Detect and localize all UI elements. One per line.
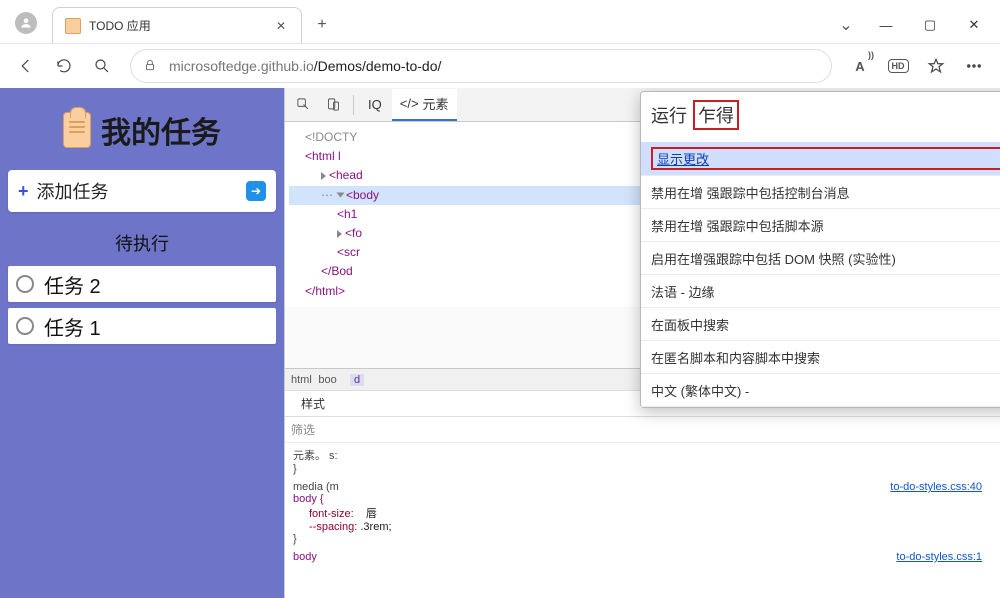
- cmd-menu-item[interactable]: 中文 (繁体中文) -中文 (繁體)外观: [641, 374, 1000, 407]
- cmd-item-label: 启用在增强跟踪中包括 DOM 快照 (实验性): [651, 249, 1000, 268]
- address-bar[interactable]: microsoftedge.github.io/Demos/demo-to-do…: [130, 49, 832, 83]
- search-button[interactable]: [84, 48, 120, 84]
- new-tab-button[interactable]: +: [306, 7, 338, 43]
- cmd-menu-item[interactable]: 法语 - 边缘一个神秘: [641, 275, 1000, 308]
- cmd-menu-title: 运行: [651, 102, 687, 128]
- refresh-button[interactable]: [46, 48, 82, 84]
- task-label: 任务 2: [44, 270, 101, 299]
- close-window-button[interactable]: ✕: [952, 7, 996, 43]
- cmd-menu-item[interactable]: 启用在增强跟踪中包括 DOM 快照 (实验性)持久性: [641, 242, 1000, 275]
- cmd-menu-item[interactable]: 禁用在增 强跟踪中包括控制台消息持久性: [641, 176, 1000, 209]
- lock-icon: [143, 58, 159, 74]
- maximize-button[interactable]: ▢: [908, 7, 952, 43]
- favorite-button[interactable]: [918, 48, 954, 84]
- add-task-input[interactable]: + 添加任务 ➔: [8, 170, 276, 212]
- tab-elements[interactable]: </>元素: [392, 89, 457, 121]
- settings-menu-button[interactable]: [956, 48, 992, 84]
- command-menu: 运行 乍得 显示更改快速查看禁用在增 强跟踪中包括控制台消息持久性禁用在增 强跟…: [640, 91, 1000, 408]
- cmd-item-label: 在面板中搜索: [651, 315, 1000, 334]
- section-heading: 待执行: [8, 230, 276, 256]
- clipboard-icon: [63, 112, 91, 148]
- cmd-menu-item[interactable]: 显示更改快速查看: [641, 142, 1000, 176]
- css-link[interactable]: to-do-styles.css:40: [890, 481, 982, 493]
- devtools-panel: IQ </>元素 + ⋯ ✕ <!DOCTY <html l <head ⋯<b: [284, 88, 1000, 598]
- cmd-menu-item[interactable]: 禁用在增 强跟踪中包括脚本源持久性: [641, 209, 1000, 242]
- tab-actions-button[interactable]: ⌄: [828, 7, 864, 43]
- add-task-label: 添加任务: [37, 178, 109, 204]
- submit-task-button[interactable]: ➔: [246, 181, 266, 201]
- task-item[interactable]: 任务 2: [8, 266, 276, 302]
- cmd-menu-item[interactable]: 在面板中搜索Ctrl+F全局: [641, 308, 1000, 341]
- cmd-item-label: 显示更改: [651, 147, 1000, 170]
- task-item[interactable]: 任务 1: [8, 308, 276, 344]
- cmd-item-label: 禁用在增 强跟踪中包括脚本源: [651, 216, 1000, 235]
- window-titlebar: TODO 应用 ✕ + ⌄ ― ▢ ✕: [0, 0, 1000, 44]
- cmd-menu-item[interactable]: 在匿名脚本和内容脚本中搜索源: [641, 341, 1000, 374]
- plus-icon: +: [18, 181, 29, 202]
- cmd-item-label: 禁用在增 强跟踪中包括控制台消息: [651, 183, 1000, 202]
- todo-app: 我的任务 + 添加任务 ➔ 待执行 任务 2 任务 1: [0, 88, 284, 598]
- inspect-button[interactable]: [289, 91, 317, 119]
- url-text: microsoftedge.github.io/Demos/demo-to-do…: [169, 58, 441, 74]
- tab-welcome[interactable]: IQ: [360, 89, 390, 121]
- avatar-icon: [15, 12, 37, 34]
- task-checkbox[interactable]: [16, 275, 34, 293]
- cmd-item-label: 中文 (繁体中文) -: [651, 381, 1000, 400]
- tab-styles[interactable]: 样式: [291, 395, 335, 412]
- styles-content[interactable]: 元素。 s: } to-do-styles.css:40media (m bod…: [285, 443, 1000, 567]
- immersive-reader-button[interactable]: HD: [880, 48, 916, 84]
- browser-toolbar: microsoftedge.github.io/Demos/demo-to-do…: [0, 44, 1000, 88]
- task-label: 任务 1: [44, 312, 101, 341]
- profile-button[interactable]: [4, 3, 48, 43]
- device-toggle-button[interactable]: [319, 91, 347, 119]
- css-link[interactable]: to-do-styles.css:1: [896, 551, 982, 563]
- minimize-button[interactable]: ―: [864, 7, 908, 43]
- cmd-item-label: 在匿名脚本和内容脚本中搜索: [651, 348, 1000, 367]
- read-aloud-button[interactable]: A)): [842, 48, 878, 84]
- page-title: 我的任务: [101, 108, 221, 152]
- cmd-menu-query[interactable]: 乍得: [693, 100, 739, 130]
- tab-title: TODO 应用: [89, 17, 265, 34]
- back-button[interactable]: [8, 48, 44, 84]
- cmd-item-label: 法语 - 边缘: [651, 282, 1000, 301]
- clipboard-icon: [65, 18, 81, 34]
- browser-tab[interactable]: TODO 应用 ✕: [52, 7, 302, 43]
- filter-input[interactable]: 筛选: [291, 421, 994, 438]
- close-tab-button[interactable]: ✕: [273, 18, 289, 34]
- task-checkbox[interactable]: [16, 317, 34, 335]
